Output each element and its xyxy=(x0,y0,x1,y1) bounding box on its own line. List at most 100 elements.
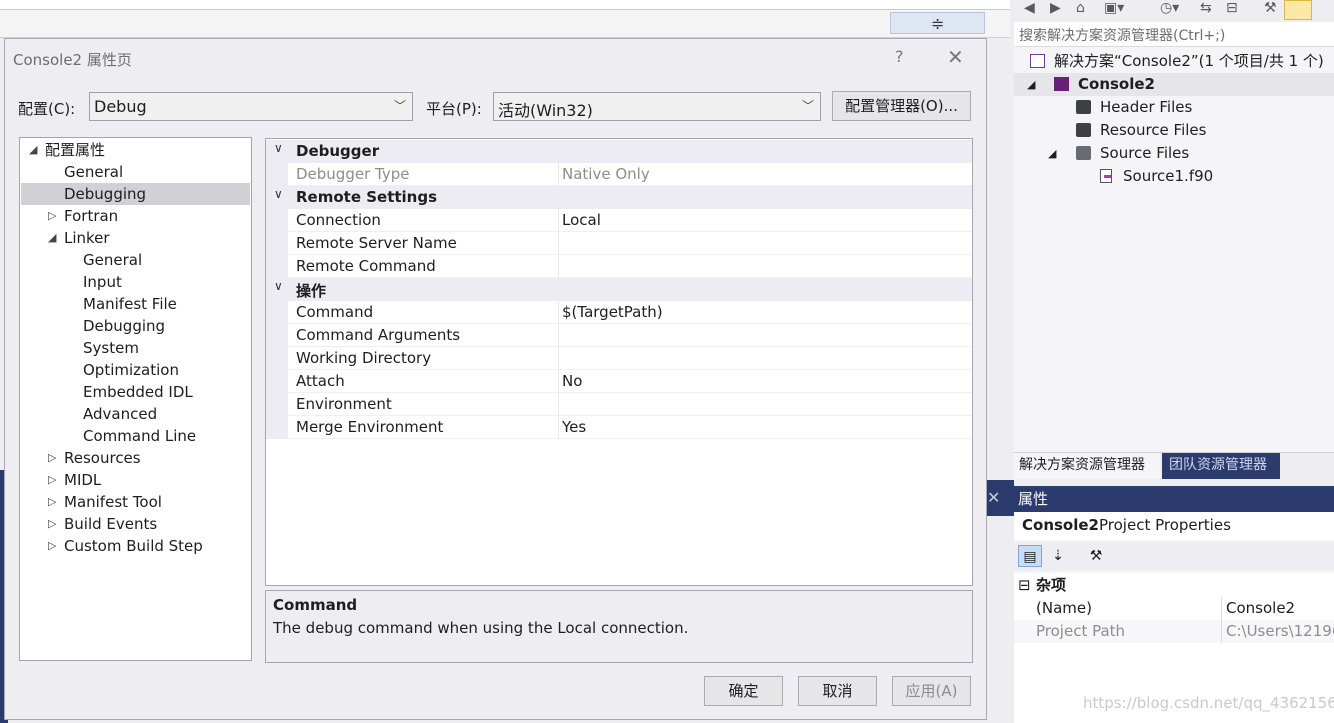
grid-property-row[interactable]: Environment xyxy=(266,393,972,416)
tree-node[interactable]: Command Line xyxy=(21,425,250,447)
project-node[interactable]: ◢ Console2 xyxy=(1014,73,1334,96)
folder-resource-files[interactable]: Resource Files xyxy=(1074,119,1334,142)
tree-node[interactable]: Debugging xyxy=(21,315,250,337)
grid-category-row[interactable]: ∨ 操作 xyxy=(266,278,972,301)
grid-category-row[interactable]: ∨ Remote Settings xyxy=(266,186,972,209)
tree-node[interactable]: ▷ Manifest Tool xyxy=(21,491,250,513)
help-button[interactable]: ? xyxy=(895,47,904,66)
properties-panel: 属性 Console2 Project Properties ▤ ⇣ ⚒ ⊟ 杂… xyxy=(1014,486,1334,723)
splitter-grip[interactable]: ≑ xyxy=(890,12,985,34)
grid-category-row[interactable]: ∨ Debugger xyxy=(266,140,972,163)
tree-node[interactable]: System xyxy=(21,337,250,359)
collapse-all-icon[interactable]: ⊟ xyxy=(1226,0,1238,16)
property-value[interactable]: Console2 xyxy=(1226,597,1295,620)
tree-node[interactable]: ▷ Resources xyxy=(21,447,250,469)
collapsed-icon[interactable]: ▷ xyxy=(48,535,56,557)
expanded-icon[interactable]: ◢ xyxy=(29,139,37,161)
property-pages-icon[interactable]: ⚒ xyxy=(1084,545,1108,567)
cancel-button[interactable]: 取消 xyxy=(798,676,877,706)
folder-icon xyxy=(1076,123,1091,137)
property-row-name[interactable]: (Name) Console2 xyxy=(1014,597,1334,620)
folder-header-files[interactable]: Header Files xyxy=(1074,96,1334,119)
back-icon[interactable]: ◀ xyxy=(1024,0,1035,16)
grid-property-row[interactable]: Connection Local xyxy=(266,209,972,232)
tree-node[interactable]: Debugging xyxy=(21,183,250,205)
collapsed-icon[interactable]: ▷ xyxy=(48,205,56,227)
grid-property-row[interactable]: Command Arguments xyxy=(266,324,972,347)
expanded-icon[interactable]: ◢ xyxy=(1048,142,1056,165)
tree-node[interactable]: Manifest File xyxy=(21,293,250,315)
collapsed-icon[interactable]: ▷ xyxy=(48,447,56,469)
tree-node[interactable]: Input xyxy=(21,271,250,293)
tab-solution-explorer[interactable]: 解决方案资源管理器 xyxy=(1014,453,1160,479)
tab-team-explorer[interactable]: 团队资源管理器 xyxy=(1162,453,1280,479)
alphabetical-icon[interactable]: ⇣ xyxy=(1046,545,1070,567)
tree-node[interactable]: General xyxy=(21,161,250,183)
chevron-down-icon[interactable]: ∨ xyxy=(274,279,283,293)
grid-property-row[interactable]: Working Directory xyxy=(266,347,972,370)
collapsed-icon[interactable]: ▷ xyxy=(48,469,56,491)
grid-property-row[interactable]: Remote Command xyxy=(266,255,972,278)
grid-row-value[interactable]: Local xyxy=(562,211,601,229)
solution-search-input[interactable]: 搜索解决方案资源管理器(Ctrl+;) xyxy=(1014,22,1334,47)
apply-button[interactable]: 应用(A) xyxy=(892,676,971,706)
property-grid: ∨ Debugger Debugger Type Native Only ∨ Remote… xyxy=(265,138,973,586)
grid-row-value[interactable]: No xyxy=(562,372,582,390)
switch-views-icon[interactable]: ▣▾ xyxy=(1104,0,1124,16)
solution-explorer-toolbar: ◀ ▶ ⌂ ▣▾ ◷▾ ⇆ ⊟ ⚒ xyxy=(1014,0,1334,22)
description-text: The debug command when using the Local c… xyxy=(273,619,689,637)
property-pages-dialog: Console2 属性页 ? ✕ 配置(C): Debug ﹀ 平台(P): 活… xyxy=(4,38,987,720)
tree-node[interactable]: ▷ Custom Build Step xyxy=(21,535,250,557)
tree-node[interactable]: ◢ 配置属性 xyxy=(21,139,250,161)
tree-node-label: Manifest File xyxy=(83,295,177,313)
home-icon[interactable]: ⌂ xyxy=(1076,0,1085,16)
expanded-icon[interactable]: ◢ xyxy=(48,227,56,249)
grid-row-name: 操作 xyxy=(296,282,327,300)
grid-row-value[interactable]: Yes xyxy=(562,418,586,436)
close-button[interactable]: ✕ xyxy=(947,45,964,69)
folder-source-files[interactable]: ◢ Source Files xyxy=(1048,142,1334,165)
chevron-down-icon[interactable]: ∨ xyxy=(274,141,283,155)
config-manager-button[interactable]: 配置管理器(O)... xyxy=(832,91,971,121)
file-source1[interactable]: Source1.f90 xyxy=(1100,165,1334,188)
grid-property-row[interactable]: Merge Environment Yes xyxy=(266,416,972,439)
collapse-icon[interactable]: ⊟ xyxy=(1018,574,1031,597)
expanded-icon[interactable]: ◢ xyxy=(1027,73,1035,96)
tree-node[interactable]: Optimization xyxy=(21,359,250,381)
history-icon[interactable]: ◷▾ xyxy=(1160,0,1179,16)
ok-button[interactable]: 确定 xyxy=(704,676,783,706)
tree-node[interactable]: ▷ Build Events xyxy=(21,513,250,535)
collapsed-icon[interactable]: ▷ xyxy=(48,491,56,513)
chevron-down-icon: ﹀ xyxy=(393,99,406,113)
grid-property-row[interactable]: Attach No xyxy=(266,370,972,393)
category-row[interactable]: ⊟ 杂项 xyxy=(1014,574,1334,597)
tree-node[interactable]: Embedded IDL xyxy=(21,381,250,403)
close-icon[interactable]: ✕ xyxy=(987,488,1000,507)
grid-property-row[interactable]: Remote Server Name xyxy=(266,232,972,255)
grid-row-value[interactable]: Native Only xyxy=(562,165,650,183)
properties-wrench-icon[interactable]: ⚒ xyxy=(1264,0,1277,16)
tree-node[interactable]: ◢ Linker xyxy=(21,227,250,249)
solution-node[interactable]: 解决方案“Console2”(1 个项目/共 1 个) xyxy=(1030,50,1334,73)
tree-node[interactable]: ▷ MIDL xyxy=(21,469,250,491)
tree-node[interactable]: Advanced xyxy=(21,403,250,425)
fortran-file-icon xyxy=(1100,169,1112,183)
chevron-down-icon[interactable]: ∨ xyxy=(274,187,283,201)
property-row-project-path[interactable]: Project Path C:\Users\12196 xyxy=(1014,620,1334,643)
properties-object-selector[interactable]: Console2 Project Properties xyxy=(1014,512,1334,540)
categorized-icon[interactable]: ▤ xyxy=(1018,545,1042,567)
platform-label: 平台(P): xyxy=(426,100,482,118)
forward-icon[interactable]: ▶ xyxy=(1050,0,1061,16)
collapsed-icon[interactable]: ▷ xyxy=(48,513,56,535)
grid-property-row[interactable]: Debugger Type Native Only xyxy=(266,163,972,186)
pin-icon[interactable] xyxy=(1284,0,1312,20)
tree-node[interactable]: General xyxy=(21,249,250,271)
grid-row-value[interactable]: $(TargetPath) xyxy=(562,303,663,321)
properties-toolbar: ▤ ⇣ ⚒ xyxy=(1014,542,1334,571)
sync-icon[interactable]: ⇆ xyxy=(1200,0,1212,16)
tree-node[interactable]: ▷ Fortran xyxy=(21,205,250,227)
property-value[interactable]: C:\Users\12196 xyxy=(1226,620,1334,643)
config-select[interactable]: Debug ﹀ xyxy=(89,92,413,121)
grid-property-row[interactable]: Command $(TargetPath) xyxy=(266,301,972,324)
platform-select[interactable]: 活动(Win32) ﹀ xyxy=(493,92,821,121)
